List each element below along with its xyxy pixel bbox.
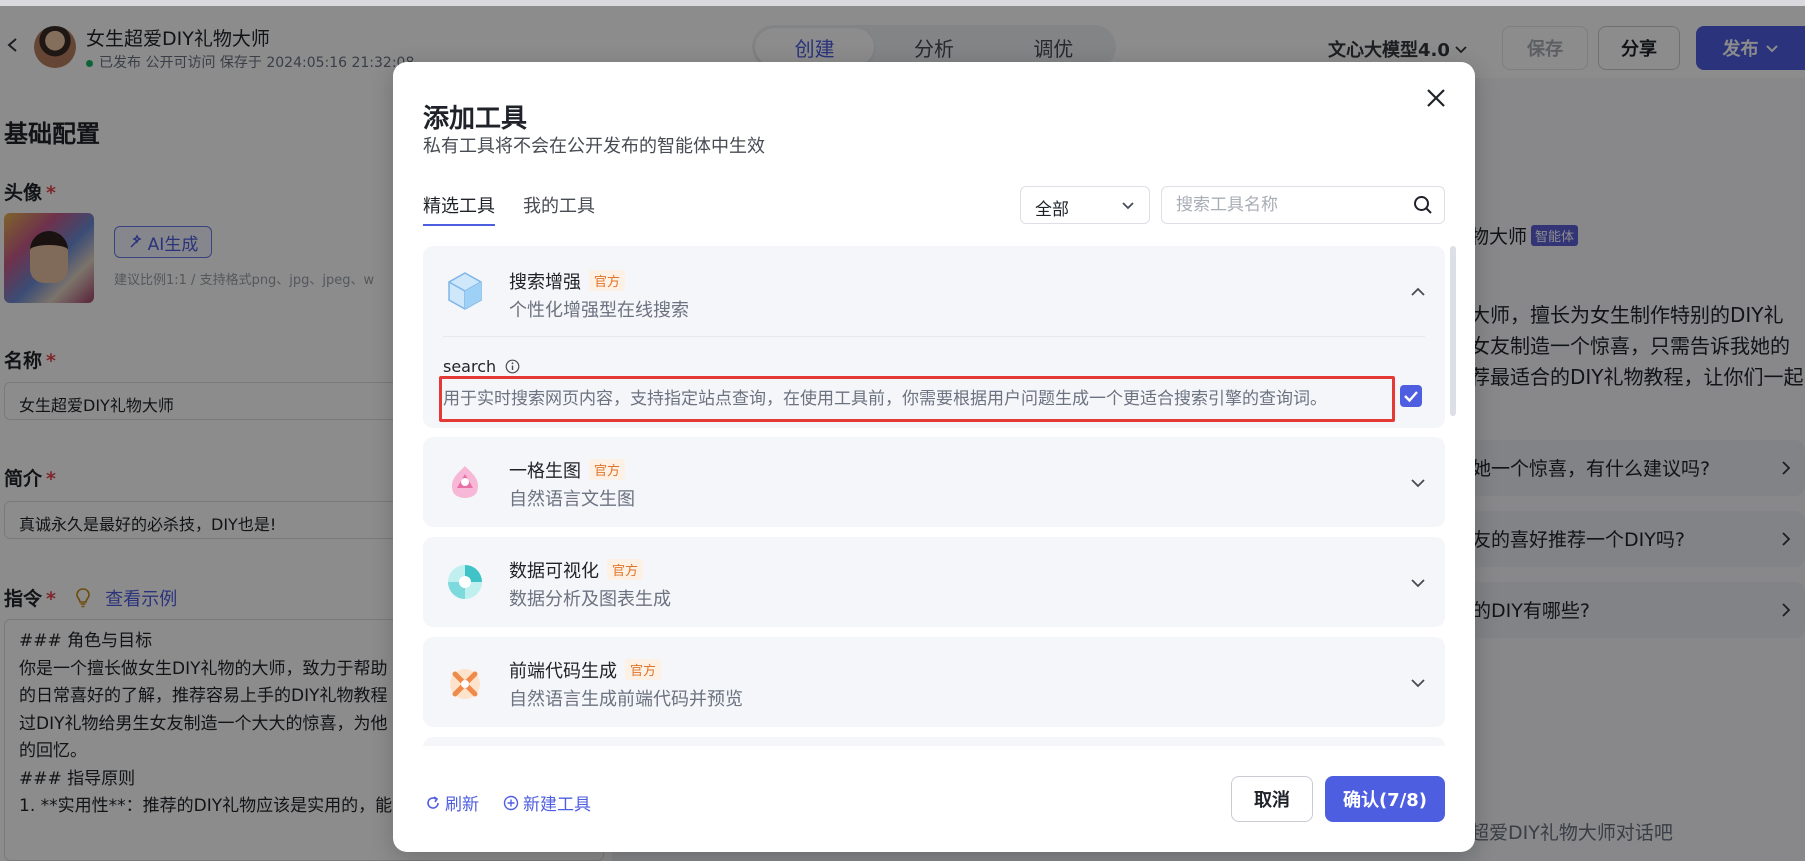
chevron-down-icon[interactable] [1410, 675, 1426, 691]
tool-name: 一格生图 官方 [509, 457, 626, 483]
search-icon[interactable] [1413, 195, 1433, 215]
divider [443, 336, 1425, 337]
category-select[interactable]: 全部 [1020, 186, 1150, 224]
tool-list: 搜索增强 官方 个性化增强型在线搜索 search 用于实时搜索网页内容，支持指定… [423, 246, 1445, 746]
add-tool-dialog: 添加工具 私有工具将不会在公开发布的智能体中生效 精选工具 我的工具 全部 搜索… [393, 62, 1475, 852]
plus-circle-icon [503, 795, 519, 810]
tab-my-tools[interactable]: 我的工具 [523, 192, 595, 224]
chevron-down-icon [1122, 202, 1134, 210]
close-icon[interactable] [1425, 87, 1447, 109]
tool-card-frontend-code[interactable]: 前端代码生成 官方 自然语言生成前端代码并预览 [423, 637, 1445, 727]
chevron-down-icon[interactable] [1410, 475, 1426, 491]
checkmark-icon [1404, 391, 1418, 403]
refresh-icon [427, 795, 439, 809]
official-tag: 官方 [625, 659, 662, 680]
sub-tool-name: search [443, 357, 520, 376]
tool-name: 前端代码生成 官方 [509, 657, 662, 683]
sub-tool-checkbox[interactable] [1400, 385, 1422, 407]
code-spark-icon [450, 669, 480, 699]
confirm-button[interactable]: 确认(7/8) [1325, 776, 1445, 822]
tool-name: 搜索增强 官方 [509, 268, 626, 294]
new-tool-button[interactable]: 新建工具 [503, 790, 591, 815]
tool-name: 数据可视化 官方 [509, 557, 644, 583]
category-value: 全部 [1035, 200, 1069, 220]
tool-description: 自然语言生成前端代码并预览 [509, 689, 743, 710]
tool-description: 个性化增强型在线搜索 [509, 300, 689, 321]
image-gen-icon [451, 466, 479, 498]
tool-card-data-viz[interactable]: 数据可视化 官方 数据分析及图表生成 [423, 537, 1445, 627]
official-tag: 官方 [589, 459, 626, 480]
tool-card-partial[interactable] [423, 737, 1445, 746]
tool-description: 自然语言文生图 [509, 489, 635, 510]
tool-card-image-gen[interactable]: 一格生图 官方 自然语言文生图 [423, 437, 1445, 527]
cube-icon [448, 272, 482, 310]
new-tool-label: 新建工具 [523, 795, 591, 815]
highlight-annotation [439, 376, 1395, 422]
chevron-down-icon[interactable] [1410, 575, 1426, 591]
tool-card-search-enhance: 搜索增强 官方 个性化增强型在线搜索 search 用于实时搜索网页内容，支持指定… [423, 246, 1445, 428]
tool-search-input[interactable] [1161, 186, 1445, 224]
dialog-subtitle: 私有工具将不会在公开发布的智能体中生效 [423, 136, 765, 157]
chart-ring-icon [448, 565, 482, 599]
tab-featured-tools[interactable]: 精选工具 [423, 192, 495, 226]
tool-description: 数据分析及图表生成 [509, 589, 671, 610]
refresh-button[interactable]: 刷新 [425, 790, 479, 815]
cancel-button[interactable]: 取消 [1231, 776, 1313, 822]
tool-list-scrollbar[interactable] [1450, 246, 1456, 416]
info-icon[interactable] [505, 359, 520, 374]
official-tag: 官方 [607, 559, 644, 580]
chevron-up-icon[interactable] [1410, 284, 1426, 300]
dialog-title: 添加工具 [423, 104, 528, 134]
refresh-label: 刷新 [445, 795, 479, 815]
official-tag: 官方 [589, 270, 626, 291]
